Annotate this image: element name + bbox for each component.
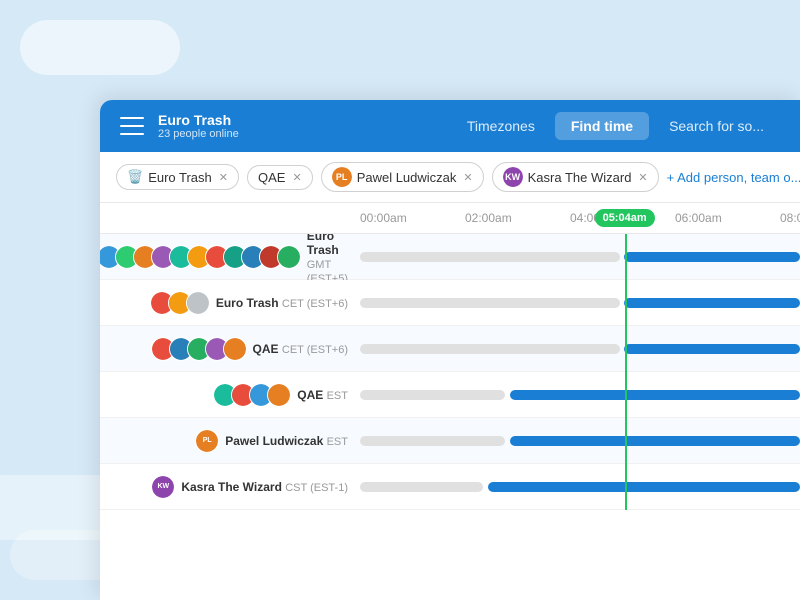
time-header: 00:00am 02:00am 04:00am 06:00am 08:00am … — [100, 203, 800, 234]
tag-qae-label: QAE — [258, 170, 285, 185]
row-name-euro-trash-cet: Euro Trash CET (EST+6) — [216, 296, 348, 310]
bar-blue-1 — [624, 252, 800, 262]
bar-blue-2 — [624, 298, 800, 308]
bar-blue-6 — [488, 482, 800, 492]
time-label-3: 06:00am — [675, 211, 780, 225]
tag-pawel[interactable]: PL Pawel Ludwiczak ✕ — [321, 162, 484, 192]
bar-gray-4 — [360, 390, 505, 400]
bar-gray-2 — [360, 298, 620, 308]
current-time-line — [625, 234, 627, 510]
row-timeline-qae-cet — [360, 326, 800, 371]
row-qae-est: QAE EST — [100, 372, 800, 418]
tag-qae[interactable]: QAE ✕ — [247, 165, 313, 190]
bar-blue-4 — [510, 390, 800, 400]
row-name-kasra: Kasra The Wizard CST (EST-1) — [181, 480, 348, 494]
add-person-button[interactable]: + Add person, team o... — [667, 170, 800, 185]
header-title: Euro Trash — [158, 112, 451, 129]
bar-blue-5 — [510, 436, 800, 446]
av-cet-3 — [186, 291, 210, 315]
av-12 — [277, 245, 301, 269]
tag-pawel-label: Pawel Ludwiczak — [357, 170, 457, 185]
avatar-stack-pawel: PL — [195, 429, 219, 453]
avatar-stack-kasra: KW — [151, 475, 175, 499]
row-name-euro-trash-gmt: Euro Trash GMT (EST+5) — [307, 234, 348, 285]
header: Euro Trash 23 people online Timezones Fi… — [100, 100, 800, 152]
rows-container: Euro Trash GMT (EST+5) Euro Trash CET (E… — [100, 234, 800, 510]
row-label-qae-cet: QAE CET (EST+6) — [100, 337, 360, 361]
header-subtitle: 23 people online — [158, 128, 451, 140]
header-title-group: Euro Trash 23 people online — [158, 112, 451, 141]
av-kasra-1: KW — [151, 475, 175, 499]
time-label-1: 02:00am — [465, 211, 570, 225]
row-name-qae-cet: QAE CET (EST+6) — [253, 342, 348, 356]
row-label-kasra: KW Kasra The Wizard CST (EST-1) — [100, 475, 360, 499]
hamburger-menu-icon[interactable] — [120, 117, 144, 135]
tag-kasra[interactable]: KW Kasra The Wizard ✕ — [492, 162, 659, 192]
avatar-stack-qae-cet — [151, 337, 247, 361]
kasra-avatar: KW — [503, 167, 523, 187]
tag-qae-close[interactable]: ✕ — [292, 171, 301, 184]
app-container: Euro Trash 23 people online Timezones Fi… — [100, 100, 800, 600]
row-timeline-qae-est — [360, 372, 800, 417]
tag-bar: 🗑️ Euro Trash ✕ QAE ✕ PL Pawel Ludwiczak… — [100, 152, 800, 203]
av-qae-5 — [223, 337, 247, 361]
bar-gray-5 — [360, 436, 505, 446]
tag-kasra-label: Kasra The Wizard — [528, 170, 632, 185]
time-label-0: 00:00am — [360, 211, 465, 225]
av-qe-4 — [267, 383, 291, 407]
row-timeline-kasra — [360, 464, 800, 509]
row-name-qae-est: QAE EST — [297, 388, 348, 402]
timeline-container: 00:00am 02:00am 04:00am 06:00am 08:00am … — [100, 203, 800, 510]
nav-timezones[interactable]: Timezones — [451, 112, 551, 140]
row-timeline-euro-trash-cet — [360, 280, 800, 325]
row-euro-trash-gmt: Euro Trash GMT (EST+5) — [100, 234, 800, 280]
avatar-stack-qae-est — [213, 383, 291, 407]
nav-search[interactable]: Search for so... — [653, 112, 780, 140]
current-time-pill: 05:04am — [595, 209, 655, 227]
row-timeline-pawel — [360, 418, 800, 463]
row-label-pawel: PL Pawel Ludwiczak EST — [100, 429, 360, 453]
nav-find-time[interactable]: Find time — [555, 112, 649, 140]
tag-euro-trash-label: Euro Trash — [148, 170, 212, 185]
bar-gray-6 — [360, 482, 483, 492]
pawel-avatar: PL — [332, 167, 352, 187]
av-pawel-1: PL — [195, 429, 219, 453]
tag-kasra-close[interactable]: ✕ — [638, 171, 647, 184]
row-label-euro-trash-cet: Euro Trash CET (EST+6) — [100, 291, 360, 315]
row-label-euro-trash-gmt: Euro Trash GMT (EST+5) — [100, 234, 360, 285]
row-name-pawel: Pawel Ludwiczak EST — [225, 434, 348, 448]
header-nav: Timezones Find time Search for so... — [451, 112, 780, 140]
avatar-stack-euro-trash-gmt — [100, 245, 301, 269]
row-kasra-cst: KW Kasra The Wizard CST (EST-1) — [100, 464, 800, 510]
time-label-4: 08:00am — [780, 211, 800, 225]
bar-gray-1 — [360, 252, 620, 262]
tag-euro-trash[interactable]: 🗑️ Euro Trash ✕ — [116, 164, 239, 190]
bar-gray-3 — [360, 344, 620, 354]
tag-euro-trash-close[interactable]: ✕ — [219, 171, 228, 184]
tag-pawel-close[interactable]: ✕ — [463, 171, 472, 184]
row-label-qae-est: QAE EST — [100, 383, 360, 407]
row-qae-cet: QAE CET (EST+6) — [100, 326, 800, 372]
bar-blue-3 — [624, 344, 800, 354]
bg-oval-top-left — [20, 20, 180, 75]
avatar-stack-euro-trash-cet — [150, 291, 210, 315]
row-timeline-euro-trash-gmt — [360, 234, 800, 279]
trash-icon: 🗑️ — [127, 169, 143, 185]
row-pawel-est: PL Pawel Ludwiczak EST — [100, 418, 800, 464]
row-euro-trash-cet: Euro Trash CET (EST+6) — [100, 280, 800, 326]
time-labels: 00:00am 02:00am 04:00am 06:00am 08:00am … — [360, 211, 800, 225]
